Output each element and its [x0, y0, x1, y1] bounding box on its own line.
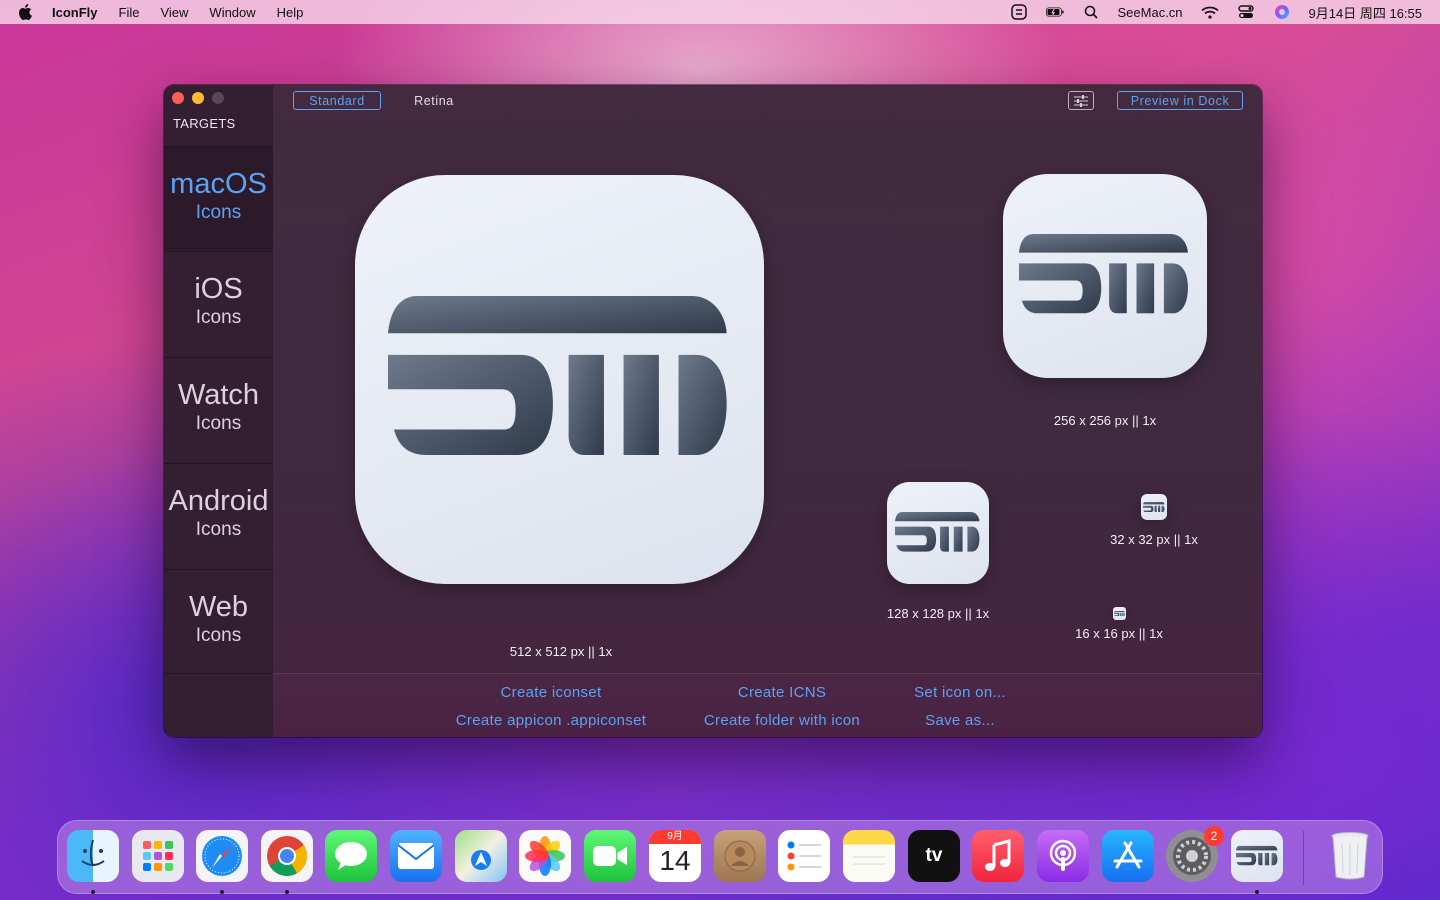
calendar-day: 14 — [659, 845, 691, 876]
preview-512-icon — [355, 175, 764, 584]
calendar-month: 9月 — [649, 830, 701, 844]
minimize-window-button[interactable] — [192, 92, 204, 104]
target-web-subtitle: Icons — [195, 625, 242, 646]
close-window-button[interactable] — [172, 92, 184, 104]
status-app-icon[interactable] — [1010, 4, 1028, 20]
maps-icon[interactable] — [455, 830, 507, 882]
save-as-link[interactable]: Save as... — [925, 712, 995, 729]
mail-icon[interactable] — [390, 830, 442, 882]
iconfly-window: TARGETS macOS Icons iOS Icons Watch Icon… — [164, 85, 1262, 737]
target-ios-subtitle: Icons — [195, 307, 242, 328]
create-appicon-link[interactable]: Create appicon .appiconset — [456, 712, 646, 729]
preview-128-label: 128 x 128 px || 1x — [886, 606, 990, 621]
sidebar-footer — [164, 673, 273, 737]
preview-32-icon — [1141, 494, 1167, 520]
contacts-icon[interactable] — [714, 830, 766, 882]
target-watch[interactable]: Watch Icons — [164, 357, 273, 461]
create-iconset-link[interactable]: Create iconset — [501, 684, 602, 701]
control-center-icon[interactable] — [1237, 5, 1255, 19]
menu-view[interactable]: View — [160, 5, 188, 20]
preview-16-label: 16 x 16 px || 1x — [1075, 626, 1163, 641]
battery-icon[interactable] — [1045, 5, 1064, 19]
target-android-title: Android — [168, 485, 269, 517]
target-ios[interactable]: iOS Icons — [164, 251, 273, 355]
finder-running-indicator — [91, 890, 95, 894]
wifi-icon[interactable] — [1200, 5, 1219, 19]
target-web[interactable]: Web Icons — [164, 569, 273, 673]
menu-app-name[interactable]: IconFly — [52, 5, 98, 20]
dock-separator — [1303, 831, 1304, 885]
reminders-icon[interactable] — [778, 830, 830, 882]
iconfly-running-indicator — [1255, 890, 1259, 894]
create-icns-link[interactable]: Create ICNS — [738, 684, 826, 701]
launchpad-icon[interactable] — [132, 830, 184, 882]
preview-16-icon — [1113, 607, 1126, 620]
system-preferences-icon[interactable]: 2 — [1166, 826, 1224, 882]
menu-file[interactable]: File — [119, 5, 140, 20]
messages-icon[interactable] — [325, 830, 377, 882]
preview-128-icon — [887, 482, 989, 584]
preview-512-label: 512 x 512 px || 1x — [509, 644, 613, 659]
apple-menu-icon[interactable] — [18, 4, 34, 20]
apple-tv-label: tv — [925, 845, 943, 866]
safari-icon[interactable] — [196, 830, 248, 882]
status-text[interactable]: SeeMac.cn — [1118, 5, 1183, 20]
preview-256-label: 256 x 256 px || 1x — [1053, 413, 1157, 428]
target-ios-title: iOS — [194, 273, 243, 305]
chrome-running-indicator — [285, 890, 289, 894]
search-icon[interactable] — [1082, 5, 1100, 19]
set-icon-on-link[interactable]: Set icon on... — [914, 684, 1006, 701]
targets-sidebar: TARGETS macOS Icons iOS Icons Watch Icon… — [164, 85, 273, 737]
target-macos-subtitle: Icons — [195, 202, 242, 223]
target-android[interactable]: Android Icons — [164, 463, 273, 567]
export-actions-bar: Create iconset Create ICNS Set icon on..… — [273, 673, 1262, 737]
safari-running-indicator — [220, 890, 224, 894]
menu-bar: IconFly File View Window Help SeeMac.cn … — [0, 0, 1440, 24]
calendar-icon[interactable]: 9月 14 — [649, 830, 701, 882]
target-macos-title: macOS — [170, 168, 267, 200]
system-preferences-badge: 2 — [1204, 826, 1224, 846]
target-web-title: Web — [188, 591, 249, 623]
target-watch-title: Watch — [177, 379, 260, 411]
photos-icon[interactable] — [519, 830, 571, 882]
podcasts-icon[interactable] — [1037, 830, 1089, 882]
menu-help[interactable]: Help — [277, 5, 304, 20]
trash-icon[interactable] — [1324, 830, 1376, 882]
targets-header: TARGETS — [173, 116, 236, 131]
finder-icon[interactable] — [67, 830, 119, 882]
iconfly-dock-icon[interactable] — [1231, 830, 1283, 882]
preview-256-icon — [1003, 174, 1207, 378]
facetime-icon[interactable] — [584, 830, 636, 882]
clock-datetime[interactable]: 9月14日 周四 16:55 — [1309, 3, 1422, 22]
create-folder-with-icon-link[interactable]: Create folder with icon — [704, 712, 860, 729]
notes-icon[interactable] — [843, 830, 895, 882]
target-macos[interactable]: macOS Icons — [164, 146, 273, 250]
zoom-window-button[interactable] — [212, 92, 224, 104]
music-icon[interactable] — [972, 830, 1024, 882]
menu-window[interactable]: Window — [209, 5, 255, 20]
window-controls — [172, 92, 224, 104]
apple-tv-icon[interactable]: tv — [908, 830, 960, 882]
siri-icon[interactable] — [1273, 5, 1291, 19]
app-store-icon[interactable] — [1102, 830, 1154, 882]
preview-32-label: 32 x 32 px || 1x — [1110, 532, 1198, 547]
target-watch-subtitle: Icons — [195, 413, 242, 434]
icon-preview-area: 512 x 512 px || 1x 256 x 256 px || 1x 12… — [273, 85, 1262, 673]
dock: 9月 14 tv 2 — [57, 820, 1383, 894]
target-android-subtitle: Icons — [195, 519, 242, 540]
chrome-icon[interactable] — [261, 830, 313, 882]
